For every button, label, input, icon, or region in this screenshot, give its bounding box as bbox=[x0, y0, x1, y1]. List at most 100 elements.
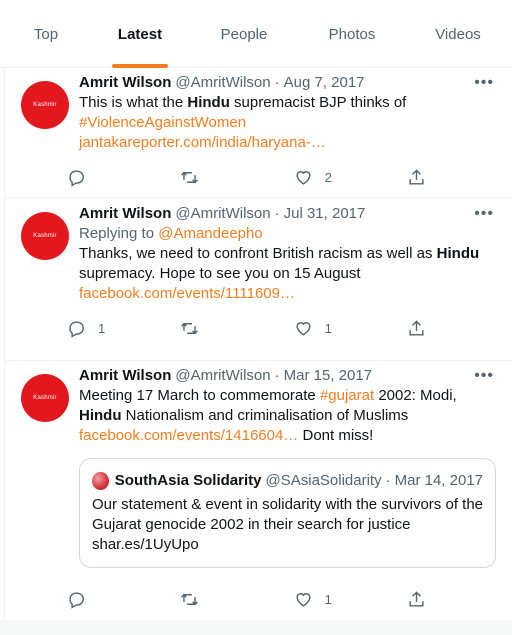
like-button[interactable]: 1 bbox=[294, 319, 354, 338]
retweet-button[interactable] bbox=[180, 168, 240, 187]
retweet-icon bbox=[181, 593, 199, 605]
tweet[interactable]: Kashmir ••• Amrit Wilson @AmritWilson · … bbox=[5, 361, 512, 623]
like-count: 2 bbox=[324, 169, 332, 185]
tweet-header: Amrit Wilson @AmritWilson · Aug 7, 2017 bbox=[79, 73, 496, 93]
text-segment: 2002: Modi, bbox=[374, 387, 457, 404]
author-handle[interactable]: @AmritWilson bbox=[175, 204, 270, 224]
retweet-icon bbox=[181, 322, 199, 334]
url-link[interactable]: facebook.com/events/1416604… bbox=[79, 427, 298, 444]
like-count: 1 bbox=[324, 591, 332, 607]
quote-author-handle: @SAsiaSolidarity bbox=[265, 472, 382, 489]
separator: · bbox=[274, 205, 280, 222]
share-icon bbox=[409, 319, 424, 336]
feed-bottom-divider bbox=[0, 620, 512, 635]
more-icon[interactable]: ••• bbox=[474, 205, 494, 223]
like-icon bbox=[296, 170, 311, 185]
url-link[interactable]: jantakareporter.com/india/haryana-… bbox=[79, 134, 326, 151]
author-name[interactable]: Amrit Wilson bbox=[79, 73, 171, 93]
highlight-term: Hindu bbox=[79, 407, 122, 424]
quote-author-name: SouthAsia Solidarity bbox=[114, 472, 262, 489]
like-icon bbox=[296, 592, 311, 607]
reply-button[interactable] bbox=[67, 590, 127, 609]
text-segment: supremacy. Hope to see you on 15 August bbox=[79, 265, 361, 282]
reply-button[interactable]: 1 bbox=[67, 319, 127, 338]
reply-icon bbox=[69, 591, 84, 609]
mention-link[interactable]: @Amandeepho bbox=[158, 225, 262, 242]
retweet-button[interactable] bbox=[180, 319, 240, 338]
tweet[interactable]: Kashmir ••• Amrit Wilson @AmritWilson · … bbox=[5, 199, 512, 361]
tweet-actions: 2 bbox=[67, 156, 427, 198]
tab-label: Top bbox=[33, 25, 59, 43]
separator: · bbox=[274, 367, 280, 384]
url-link[interactable]: facebook.com/events/1111609… bbox=[79, 285, 295, 302]
share-button[interactable] bbox=[407, 590, 427, 609]
tab-photos[interactable]: Photos bbox=[310, 0, 394, 68]
tab-videos[interactable]: Videos bbox=[418, 0, 498, 68]
retweet-icon bbox=[181, 171, 199, 183]
quote-header: SouthAsia Solidarity @SAsiaSolidarity · … bbox=[92, 471, 483, 491]
author-name[interactable]: Amrit Wilson bbox=[79, 366, 171, 386]
tweet-date[interactable]: Aug 7, 2017 bbox=[284, 73, 365, 93]
quote-date: Mar 14, 2017 bbox=[394, 472, 483, 489]
tweet-text: This is what the Hindu supremacist BJP t… bbox=[79, 93, 496, 153]
author-handle[interactable]: @AmritWilson bbox=[175, 73, 270, 93]
avatar-label: Kashmir bbox=[33, 233, 57, 239]
text-segment: Dont miss! bbox=[298, 427, 374, 444]
text-segment: This is what the bbox=[79, 94, 188, 111]
like-button[interactable]: 2 bbox=[294, 168, 354, 187]
tweet-header: Amrit Wilson @AmritWilson · Jul 31, 2017 bbox=[79, 204, 496, 224]
avatar bbox=[92, 472, 109, 490]
avatar-label: Kashmir bbox=[33, 102, 57, 108]
tweet-actions: 1 bbox=[67, 578, 427, 620]
tab-label: Videos bbox=[435, 25, 481, 43]
search-tabs: Top Latest People Photos Videos bbox=[0, 0, 512, 68]
replying-to: Replying to @Amandeepho bbox=[79, 224, 496, 244]
tweet-actions: 1 1 bbox=[67, 307, 427, 349]
reply-icon bbox=[69, 169, 84, 187]
share-button[interactable] bbox=[407, 168, 427, 187]
hashtag-link[interactable]: #gujarat bbox=[320, 387, 374, 404]
quote-text: Our statement & event in solidarity with… bbox=[92, 496, 484, 553]
text-segment: Meeting 17 March to commemorate bbox=[79, 387, 320, 404]
tab-latest[interactable]: Latest bbox=[100, 0, 180, 68]
quoted-tweet[interactable]: SouthAsia Solidarity @SAsiaSolidarity · … bbox=[79, 458, 496, 568]
tweet-date[interactable]: Jul 31, 2017 bbox=[284, 204, 366, 224]
like-count: 1 bbox=[324, 320, 332, 336]
reply-icon bbox=[69, 320, 84, 338]
like-button[interactable]: 1 bbox=[294, 590, 354, 609]
tab-label: People bbox=[220, 25, 268, 43]
tab-label: Latest bbox=[117, 25, 163, 43]
separator: · bbox=[274, 74, 280, 91]
separator: · bbox=[385, 472, 391, 489]
avatar[interactable]: Kashmir bbox=[21, 212, 69, 260]
reply-count: 1 bbox=[98, 320, 106, 336]
tweet-header: Amrit Wilson @AmritWilson · Mar 15, 2017 bbox=[79, 366, 496, 386]
more-icon[interactable]: ••• bbox=[474, 367, 494, 385]
reply-button[interactable] bbox=[67, 168, 127, 187]
more-icon[interactable]: ••• bbox=[474, 74, 494, 92]
avatar[interactable]: Kashmir bbox=[21, 81, 69, 129]
avatar[interactable]: Kashmir bbox=[21, 374, 69, 422]
share-icon bbox=[409, 168, 424, 185]
share-button[interactable] bbox=[407, 319, 427, 338]
like-icon bbox=[296, 321, 311, 336]
tab-people[interactable]: People bbox=[204, 0, 284, 68]
author-name[interactable]: Amrit Wilson bbox=[79, 204, 171, 224]
retweet-button[interactable] bbox=[180, 590, 240, 609]
tab-top[interactable]: Top bbox=[12, 0, 80, 68]
tweet-feed: Kashmir ••• Amrit Wilson @AmritWilson · … bbox=[4, 68, 512, 623]
tweet-text: Meeting 17 March to commemorate #gujarat… bbox=[79, 386, 496, 446]
tweet-date[interactable]: Mar 15, 2017 bbox=[284, 366, 372, 386]
tweet[interactable]: Kashmir ••• Amrit Wilson @AmritWilson · … bbox=[5, 68, 512, 199]
author-handle[interactable]: @AmritWilson bbox=[175, 366, 270, 386]
share-icon bbox=[409, 590, 424, 607]
text-segment: Thanks, we need to confront British raci… bbox=[79, 245, 437, 262]
highlight-term: Hindu bbox=[187, 94, 230, 111]
avatar-label: Kashmir bbox=[33, 395, 57, 401]
highlight-term: Hindu bbox=[436, 245, 480, 262]
tweet-text: Thanks, we need to confront British raci… bbox=[79, 244, 496, 304]
tab-label: Photos bbox=[328, 25, 376, 43]
replying-prefix: Replying to bbox=[79, 225, 159, 242]
text-segment: supremacist BJP thinks of bbox=[229, 94, 407, 111]
hashtag-link[interactable]: #ViolenceAgainstWomen bbox=[79, 114, 246, 131]
